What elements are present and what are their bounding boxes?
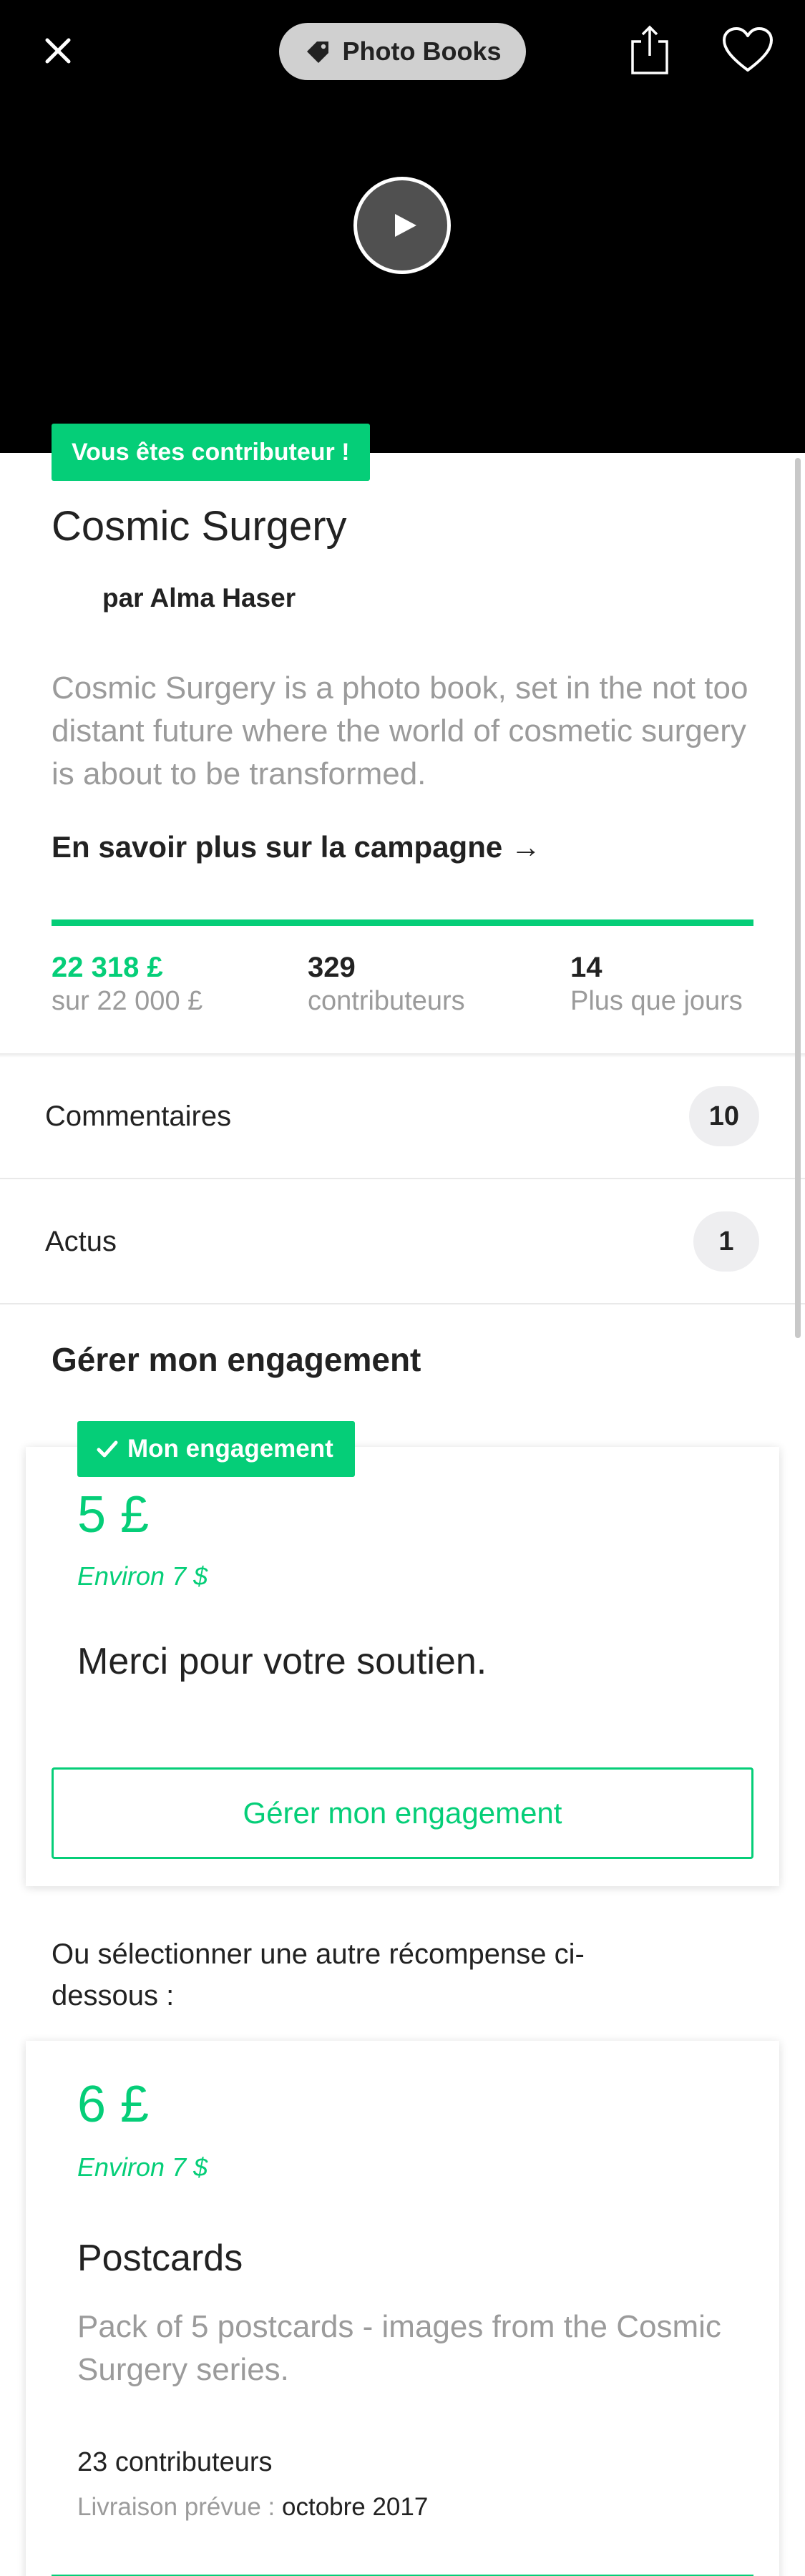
manage-pledge-heading: Gérer mon engagement <box>52 1341 421 1378</box>
play-video-button[interactable] <box>353 177 451 274</box>
video-header[interactable]: Photo Books <box>0 0 805 453</box>
pledge-amount: 5 £ <box>77 1486 150 1543</box>
scrollbar[interactable] <box>795 458 801 1338</box>
funding-progress-fill <box>52 919 753 926</box>
pledge-approx: Environ 7 $ <box>77 1561 208 1591</box>
share-button[interactable] <box>627 24 673 76</box>
play-icon <box>395 214 416 237</box>
reward-amount: 6 £ <box>77 2076 150 2133</box>
share-icon <box>631 25 668 74</box>
backer-badge: Vous êtes contributeur ! <box>52 424 370 481</box>
current-pledge-card: 5 £ Environ 7 $ Merci pour votre soutien… <box>26 1447 779 1886</box>
comments-count-badge: 10 <box>688 1086 759 1146</box>
reward-description: Pack of 5 postcards - images from the Co… <box>77 2309 721 2387</box>
project-title: Cosmic Surgery <box>52 503 347 550</box>
backers-label: contributeurs <box>308 986 465 1016</box>
days-label: Plus que jours <box>570 986 743 1016</box>
favorite-button[interactable] <box>721 26 774 74</box>
select-other-reward-prompt: Ou sélectionner une autre récompense ci-… <box>52 1938 585 2011</box>
manage-pledge-button[interactable]: Gérer mon engagement <box>52 1767 753 1859</box>
my-pledge-label: Mon engagement <box>127 1435 333 1463</box>
creator-byline[interactable]: par Alma Haser <box>102 583 296 613</box>
goal-amount: sur 22 000 £ <box>52 986 203 1016</box>
stat-days-left: 14 Plus que jours <box>570 950 743 1018</box>
stat-pledged: 22 318 £ sur 22 000 £ <box>52 950 203 1018</box>
check-icon <box>97 1440 118 1458</box>
pledged-amount: 22 318 £ <box>52 952 163 983</box>
funding-progress-bar <box>52 919 753 926</box>
project-blurb: Cosmic Surgery is a photo book, set in t… <box>52 670 748 791</box>
reward-card[interactable]: 6 £ Environ 7 $ Postcards Pack of 5 post… <box>26 2041 779 2576</box>
close-icon <box>45 38 71 64</box>
delivery-label: Livraison prévue : <box>77 2493 275 2521</box>
reward-title: Postcards <box>77 2238 243 2279</box>
close-button[interactable] <box>36 29 80 73</box>
delivery-date: octobre 2017 <box>282 2493 429 2521</box>
thanks-message: Merci pour votre soutien. <box>77 1641 487 1682</box>
comments-label: Commentaires <box>45 1101 232 1132</box>
campaign-details-link[interactable]: En savoir plus sur la campagne → <box>52 830 541 864</box>
backers-count: 329 <box>308 952 356 983</box>
reward-approx: Environ 7 $ <box>77 2152 208 2182</box>
updates-label: Actus <box>45 1226 117 1257</box>
stat-backers: 329 contributeurs <box>308 950 465 1018</box>
my-pledge-badge: Mon engagement <box>77 1421 355 1477</box>
category-label: Photo Books <box>342 36 502 66</box>
heart-icon <box>723 27 773 72</box>
days-count: 14 <box>570 952 602 983</box>
category-pill[interactable]: Photo Books <box>279 23 526 80</box>
reward-backers: 23 contributeurs <box>77 2447 273 2477</box>
tag-icon <box>304 37 333 66</box>
updates-row[interactable]: Actus 1 <box>0 1179 805 1304</box>
reward-delivery: Livraison prévue : octobre 2017 <box>77 2493 428 2522</box>
comments-row[interactable]: Commentaires 10 <box>0 1054 805 1179</box>
updates-count-badge: 1 <box>693 1211 759 1272</box>
